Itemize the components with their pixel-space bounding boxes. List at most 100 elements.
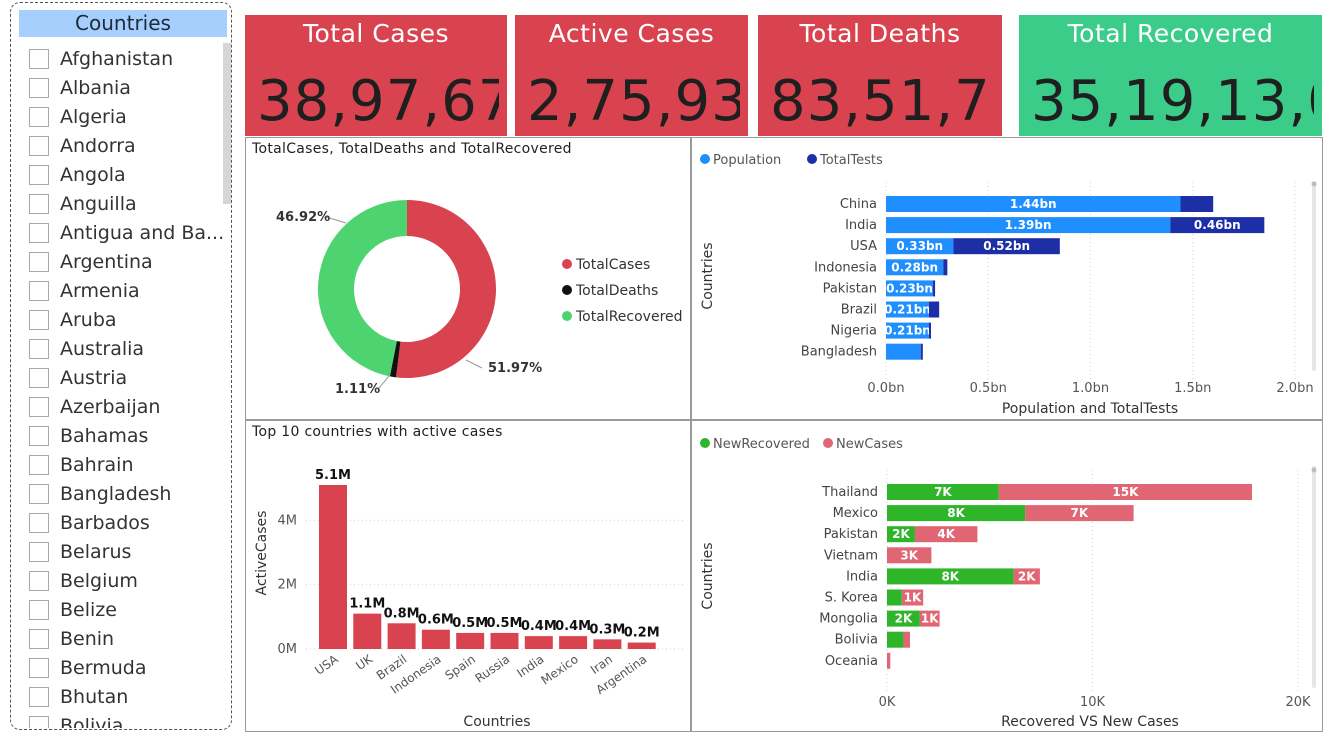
country-item[interactable]: Andorra xyxy=(29,131,224,160)
country-item[interactable]: Argentina xyxy=(29,247,224,276)
slice-data-label: 46.92% xyxy=(276,210,330,225)
checkbox[interactable] xyxy=(29,367,49,388)
country-item[interactable]: Belgium xyxy=(29,566,224,595)
country-label: Algeria xyxy=(60,105,127,128)
checkbox[interactable] xyxy=(29,483,49,504)
bar xyxy=(928,322,931,339)
legend-marker xyxy=(562,285,572,295)
checkbox[interactable] xyxy=(29,657,49,678)
y-tick-label: Thailand xyxy=(821,485,878,500)
country-label: Bangladesh xyxy=(60,482,172,505)
country-label: Anguilla xyxy=(60,192,137,215)
checkbox[interactable] xyxy=(29,541,49,562)
y-tick-label: Mexico xyxy=(833,506,878,521)
country-label: Belize xyxy=(60,598,117,621)
country-item[interactable]: Bahrain xyxy=(29,450,224,479)
legend-label: NewCases xyxy=(836,437,903,452)
x-tick-label: UK xyxy=(353,651,376,673)
bar-data-label: 2K xyxy=(895,612,913,626)
country-item[interactable]: Afghanistan xyxy=(29,44,224,73)
country-item[interactable]: Antigua and Ba... xyxy=(29,218,224,247)
kpi-title: Total Recovered xyxy=(1067,19,1274,48)
country-item[interactable]: Armenia xyxy=(29,276,224,305)
checkbox[interactable] xyxy=(29,512,49,533)
checkbox[interactable] xyxy=(29,686,49,707)
x-tick-label: 10K xyxy=(1080,695,1106,710)
scrollbar-track xyxy=(1312,181,1316,371)
checkbox[interactable] xyxy=(29,193,49,214)
x-tick-label: Spain xyxy=(442,652,477,683)
country-label: Austria xyxy=(60,366,128,389)
y-tick-label: Bolivia xyxy=(835,633,878,648)
bar-data-label: 8K xyxy=(947,506,965,520)
kpi-card-total-recovered: Total Recovered 35,19,13,0... xyxy=(1019,15,1322,136)
country-item[interactable]: Aruba xyxy=(29,305,224,334)
country-label: Angola xyxy=(60,163,126,186)
country-item[interactable]: Bermuda xyxy=(29,653,224,682)
checkbox[interactable] xyxy=(29,77,49,98)
country-label: Belgium xyxy=(60,569,138,592)
country-item[interactable]: Bahamas xyxy=(29,421,224,450)
y-tick-label: 4M xyxy=(278,513,298,528)
checkbox[interactable] xyxy=(29,338,49,359)
chart-title: TotalCases, TotalDeaths and TotalRecover… xyxy=(252,141,572,157)
checkbox[interactable] xyxy=(29,48,49,69)
bar-data-label: 0.52bn xyxy=(983,239,1030,253)
population-chart-panel: Population TotalTests 0.0bn 0.5bn 1.0bn 1.5bn… xyxy=(691,137,1323,420)
kpi-title: Active Cases xyxy=(548,19,715,48)
country-item[interactable]: Australia xyxy=(29,334,224,363)
checkbox[interactable] xyxy=(29,309,49,330)
kpi-value: 83,51,7... xyxy=(770,69,994,134)
checkbox[interactable] xyxy=(29,222,49,243)
slicer-scrollbar[interactable] xyxy=(223,43,231,204)
country-item[interactable]: Bangladesh xyxy=(29,479,224,508)
country-item[interactable]: Albania xyxy=(29,73,224,102)
legend-marker xyxy=(562,311,572,321)
bar-data-label: 0.2M xyxy=(624,626,660,641)
checkbox[interactable] xyxy=(29,135,49,156)
bar-data-label: 0.4M xyxy=(521,619,557,634)
country-item[interactable]: Bolivia xyxy=(29,711,224,728)
checkbox[interactable] xyxy=(29,164,49,185)
country-item[interactable]: Austria xyxy=(29,363,224,392)
x-tick-label: 0K xyxy=(879,695,896,710)
country-label: Afghanistan xyxy=(60,47,174,70)
y-tick-label: S. Korea xyxy=(825,591,878,606)
checkbox[interactable] xyxy=(29,106,49,127)
active-cases-chart: 0M2M4M5.1MUSA1.1MUK0.8MBrazil0.6MIndones… xyxy=(254,468,686,730)
country-label: Antigua and Ba... xyxy=(60,221,224,244)
country-item[interactable]: Belarus xyxy=(29,537,224,566)
x-tick-label: Russia xyxy=(473,652,513,686)
bar xyxy=(1180,196,1214,212)
y-tick-label: USA xyxy=(850,239,877,254)
country-item[interactable]: Anguilla xyxy=(29,189,224,218)
bar-data-label: 1.44bn xyxy=(1010,197,1057,211)
country-item[interactable]: Barbados xyxy=(29,508,224,537)
bar-data-label: 0.28bn xyxy=(891,260,938,274)
checkbox[interactable] xyxy=(29,715,49,728)
bar-data-label: 15K xyxy=(1112,485,1139,499)
checkbox[interactable] xyxy=(29,251,49,272)
country-item[interactable]: Azerbaijan xyxy=(29,392,224,421)
checkbox[interactable] xyxy=(29,280,49,301)
checkbox[interactable] xyxy=(29,628,49,649)
country-item[interactable]: Angola xyxy=(29,160,224,189)
scrollbar-thumb xyxy=(1311,181,1317,187)
y-tick-label: Brazil xyxy=(841,303,877,318)
checkbox[interactable] xyxy=(29,599,49,620)
bar-data-label: 0.8M xyxy=(384,606,420,621)
checkbox[interactable] xyxy=(29,570,49,591)
donut-chart: 51.97% 1.11% 46.92% TotalCases TotalDeaths To… xyxy=(276,200,683,397)
country-item[interactable]: Algeria xyxy=(29,102,224,131)
country-label: Albania xyxy=(60,76,131,99)
country-item[interactable]: Bhutan xyxy=(29,682,224,711)
country-label: Argentina xyxy=(60,250,153,273)
country-item[interactable]: Belize xyxy=(29,595,224,624)
checkbox[interactable] xyxy=(29,396,49,417)
bar xyxy=(387,623,416,649)
checkbox[interactable] xyxy=(29,425,49,446)
bar xyxy=(887,631,904,648)
country-item[interactable]: Benin xyxy=(29,624,224,653)
recovered-chart-panel: NewRecovered NewCases 0K 10K 20K Thailand 7K 15… xyxy=(691,420,1323,732)
checkbox[interactable] xyxy=(29,454,49,475)
